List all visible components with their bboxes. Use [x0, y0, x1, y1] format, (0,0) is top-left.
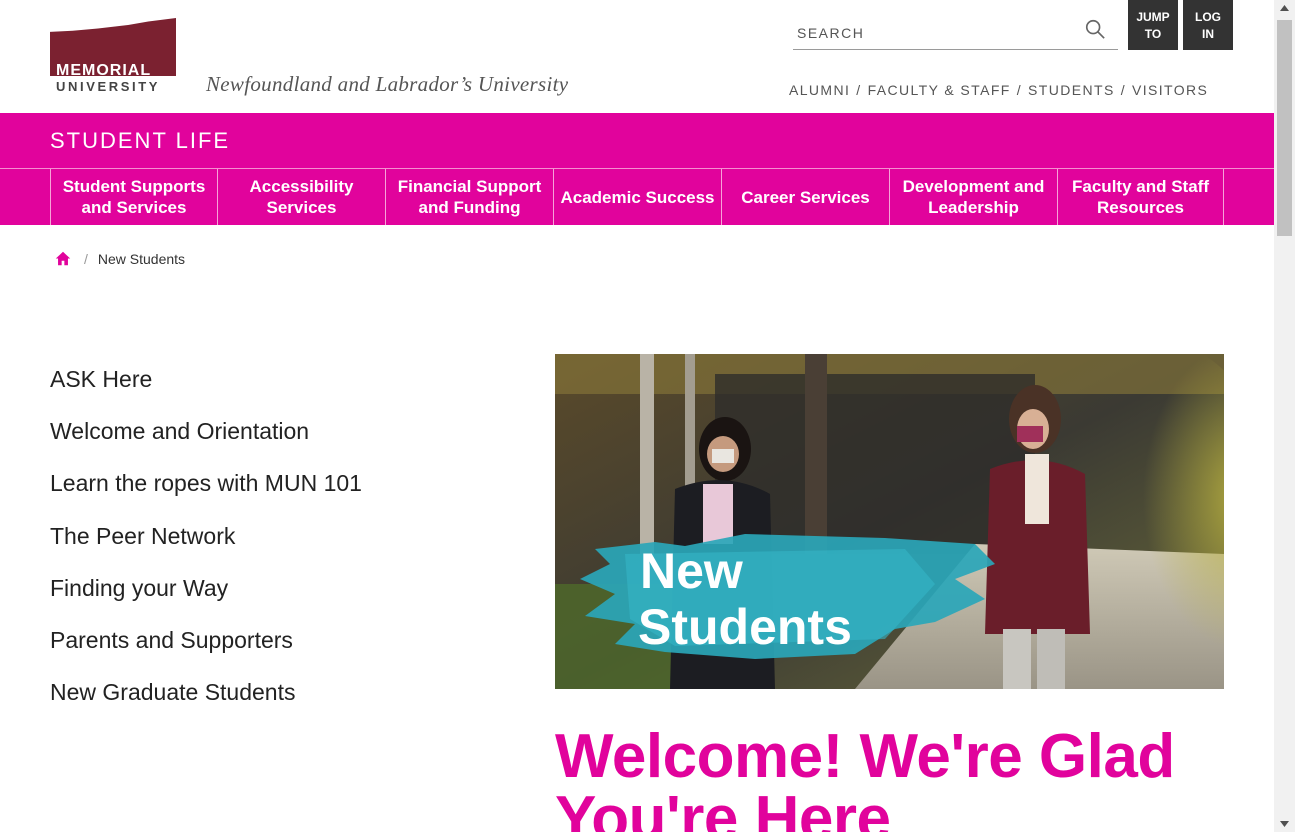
scroll-up-arrow-icon[interactable]: [1274, 0, 1295, 17]
nav-label: Student Supports and Services: [62, 177, 206, 217]
nav-item-career-services[interactable]: Career Services: [721, 169, 889, 225]
nav-label: Career Services: [741, 187, 870, 207]
search-input[interactable]: [793, 22, 1073, 44]
nav-item-accessibility[interactable]: Accessibility Services: [217, 169, 385, 225]
hero-overlay-students: Students: [638, 599, 852, 655]
search-box: [793, 14, 1118, 50]
welcome-heading: Welcome! We're Glad You're Here: [555, 722, 1175, 832]
breadcrumb-current: New Students: [97, 251, 186, 267]
section-title[interactable]: STUDENT LIFE: [50, 128, 230, 154]
nav-item-development-leadership[interactable]: Development and Leadership: [889, 169, 1057, 225]
nav-label: Faculty and Staff Resources: [1072, 177, 1209, 217]
nav-label: Accessibility Services: [249, 177, 354, 217]
audience-separator: /: [1120, 82, 1126, 98]
audience-link-faculty-staff[interactable]: FACULTY & STAFF: [868, 82, 1011, 98]
sidebar-item-ask-here[interactable]: ASK Here: [50, 364, 362, 416]
sidebar-nav: ASK Here Welcome and Orientation Learn t…: [50, 364, 362, 729]
sidebar-item-finding-your-way[interactable]: Finding your Way: [50, 573, 362, 625]
university-tagline: Newfoundland and Labrador’s University: [206, 72, 569, 96]
search-icon[interactable]: [1084, 18, 1106, 40]
sidebar-item-peer-network[interactable]: The Peer Network: [50, 521, 362, 573]
audience-separator: /: [1016, 82, 1023, 98]
nav-label: Development and Leadership: [902, 177, 1045, 217]
logo-text-university: UNIVERSITY: [56, 79, 161, 94]
nav-label: Academic Success: [560, 187, 715, 207]
log-in-label: LOG IN: [1195, 10, 1221, 41]
jump-to-button[interactable]: JUMP TO: [1128, 0, 1178, 50]
nav-item-student-supports[interactable]: Student Supports and Services: [50, 169, 217, 225]
audience-nav: ALUMNI / FACULTY & STAFF / STUDENTS / VISITORS: [789, 82, 1208, 98]
breadcrumb: / New Students: [54, 250, 185, 268]
scroll-down-arrow-icon[interactable]: [1274, 815, 1295, 832]
hero-overlay-new: New: [640, 543, 743, 599]
home-icon[interactable]: [54, 250, 72, 268]
logo-text-memorial: MEMORIAL: [56, 62, 152, 79]
scroll-thumb[interactable]: [1277, 20, 1292, 236]
nav-item-academic-success[interactable]: Academic Success: [553, 169, 721, 225]
breadcrumb-separator: /: [84, 251, 88, 267]
memorial-university-logo[interactable]: MEMORIAL UNIVERSITY: [50, 18, 176, 94]
main-nav: Student Supports and Services Accessibil…: [0, 168, 1274, 225]
page-scrollbar[interactable]: [1274, 0, 1295, 832]
sidebar-item-mun-101[interactable]: Learn the ropes with MUN 101: [50, 468, 362, 520]
site-header: MEMORIAL UNIVERSITY Newfoundland and Lab…: [0, 0, 1274, 113]
nav-item-financial-support[interactable]: Financial Support and Funding: [385, 169, 553, 225]
jump-to-label: JUMP TO: [1136, 10, 1170, 41]
section-title-bar: STUDENT LIFE: [0, 113, 1274, 168]
sidebar-item-welcome-orientation[interactable]: Welcome and Orientation: [50, 416, 362, 468]
nav-item-faculty-staff-resources[interactable]: Faculty and Staff Resources: [1057, 169, 1224, 225]
hero-photo: New Students: [555, 354, 1224, 689]
audience-link-alumni[interactable]: ALUMNI: [789, 82, 850, 98]
hero-image: New Students: [555, 354, 1224, 689]
audience-link-visitors[interactable]: VISITORS: [1132, 82, 1208, 98]
log-in-button[interactable]: LOG IN: [1183, 0, 1233, 50]
sidebar-item-new-graduate-students[interactable]: New Graduate Students: [50, 677, 362, 729]
sidebar-item-parents-supporters[interactable]: Parents and Supporters: [50, 625, 362, 677]
nav-label: Financial Support and Funding: [397, 177, 542, 217]
audience-link-students[interactable]: STUDENTS: [1028, 82, 1115, 98]
audience-separator: /: [856, 82, 862, 98]
